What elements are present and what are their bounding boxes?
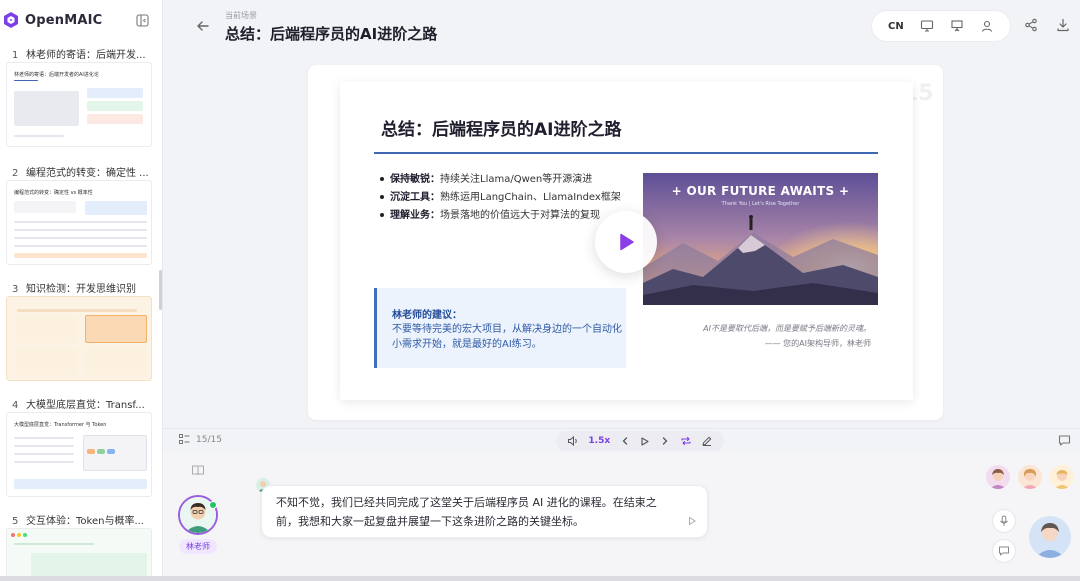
- hero-title: + OUR FUTURE AWAITS +: [671, 184, 850, 198]
- scene-title: 3 知识检测：开发思维识别: [12, 284, 136, 295]
- presentation-icon: [951, 20, 963, 32]
- classmate-avatar[interactable]: [986, 465, 1010, 489]
- scene-title: 4 大模型底层直觉：Transf...: [12, 400, 145, 411]
- play-icon: [620, 233, 634, 251]
- back-button[interactable]: [195, 18, 211, 34]
- play-button[interactable]: [595, 211, 657, 273]
- scene-thumbnail[interactable]: [6, 296, 152, 381]
- page-count: 15/15: [196, 434, 222, 445]
- play-small-icon: [689, 516, 696, 526]
- message-square-icon: [1058, 435, 1071, 446]
- online-status-dot: [209, 501, 217, 509]
- advice-callout: 林老师的建议： 不要等待完美的宏大项目，从解决身边的一个自动化小需求开始，就是最…: [374, 288, 626, 368]
- notes-button[interactable]: [191, 463, 205, 477]
- grid-list-icon: [179, 434, 190, 444]
- volume-button[interactable]: [567, 435, 579, 447]
- previous-button[interactable]: [620, 436, 630, 446]
- top-bar: 当前场景 总结：后端程序员的AI进阶之路 CN: [163, 0, 1080, 60]
- advice-heading: 林老师的建议：: [392, 310, 462, 321]
- scene-thumbnail[interactable]: 大模型底层直觉：Transformer 与 Token: [6, 412, 152, 497]
- teacher-message: 不知不觉，我们已经共同完成了这堂关于后端程序员 AI 进化的课程。在结束之前，我…: [276, 496, 657, 528]
- hero-subtitle: Thank You | Let's Rise Together: [721, 201, 800, 207]
- title-underline: [374, 152, 878, 154]
- language-toggle[interactable]: CN: [888, 21, 904, 32]
- screen-view-button[interactable]: [920, 19, 934, 33]
- advice-body: 不要等待完美的宏大项目，从解决身边的一个自动化小需求开始，就是最好的AI练习。: [392, 324, 622, 350]
- collapse-sidebar-button[interactable]: [134, 12, 150, 28]
- chevron-right-icon: [662, 437, 668, 445]
- media-controls: 1.5x: [556, 431, 724, 451]
- quote-signature: —— 您的AI架构导师，林老师: [764, 339, 871, 348]
- play-pause-button[interactable]: [639, 436, 650, 447]
- bullet-list: 保持敏锐：持续关注Llama/Qwen等开源演进 沉淀工具：熟练运用LangCh…: [380, 171, 621, 225]
- scene-title: 1 林老师的寄语：后端开发...: [12, 50, 146, 61]
- scene-title: 2 编程范式的转变：确定性 ...: [12, 168, 149, 179]
- book-open-icon: [192, 465, 204, 476]
- bullet-item: 理解业务：场景落地的价值远大于对算法的复现: [380, 207, 621, 225]
- user-icon: [981, 20, 992, 32]
- hero-image: + OUR FUTURE AWAITS + Thank You | Let's …: [643, 173, 878, 305]
- playback-control-bar: 15/15 1.5x: [163, 428, 1080, 452]
- annotate-button[interactable]: [701, 435, 713, 447]
- discussion-panel: 林老师 不知不觉，我们已经共同完成了这堂关于后端程序员 AI 进化的课程。在结束…: [163, 453, 1080, 581]
- replay-message-button[interactable]: [687, 516, 697, 526]
- sidebar-toggle-icon: [135, 13, 149, 27]
- classmate-avatar[interactable]: [1018, 465, 1042, 489]
- bullet-item: 沉淀工具：熟练运用LangChain、LlamaIndex框架: [380, 189, 621, 207]
- download-button[interactable]: [1056, 18, 1072, 34]
- scene-thumbnail[interactable]: 林老师的寄语：后端开发者的AI进化论: [6, 62, 152, 147]
- brand-name: OpenMAIC: [25, 12, 103, 28]
- closing-quote: AI不是要取代后端，而是要赋予后端新的灵魂。: [703, 324, 871, 333]
- scene-thumbnail[interactable]: 编程范式的转变：确定性 vs 概率性: [6, 180, 152, 265]
- arrow-left-icon: [197, 21, 209, 31]
- share-button[interactable]: [1024, 18, 1040, 34]
- scene-title: 5 交互体验：Token与概率...: [12, 516, 144, 527]
- microphone-button[interactable]: [992, 509, 1016, 533]
- horizontal-scrollbar[interactable]: [0, 576, 1080, 581]
- message-button[interactable]: [992, 539, 1016, 563]
- page-title: 总结：后端程序员的AI进阶之路: [225, 25, 438, 43]
- bullet-item: 保持敏锐：持续关注Llama/Qwen等开源演进: [380, 171, 621, 189]
- playback-speed[interactable]: 1.5x: [588, 436, 610, 446]
- speech-bubble: 不知不觉，我们已经共同完成了这堂关于后端程序员 AI 进化的课程。在结束之前，我…: [261, 485, 708, 538]
- teacher-name-badge: 林老师: [179, 539, 217, 554]
- repeat-button[interactable]: [680, 435, 692, 447]
- download-icon: [1057, 18, 1069, 32]
- scene-sidebar: OpenMAIC 1 林老师的寄语：后端开发... 林老师的寄语：后端开发者的AI…: [0, 0, 163, 581]
- share-icon: [1025, 18, 1037, 32]
- scene-thumbnail[interactable]: [6, 528, 152, 581]
- slide-title: 总结：后端程序员的AI进阶之路: [381, 120, 622, 140]
- openmaic-logo-icon: [2, 11, 20, 29]
- breadcrumb: 当前场景: [225, 11, 257, 20]
- repeat-icon: [680, 436, 691, 446]
- chat-toggle-button[interactable]: [1058, 434, 1072, 448]
- pen-icon: [702, 436, 712, 446]
- microphone-icon: [1000, 515, 1008, 526]
- sidebar-scrollbar[interactable]: [159, 270, 162, 310]
- play-outline-icon: [641, 436, 649, 446]
- chevron-left-icon: [622, 437, 627, 445]
- chat-bubble-icon: [999, 546, 1009, 556]
- app-logo: OpenMAIC: [2, 10, 102, 30]
- monitor-icon: [920, 20, 933, 32]
- view-toolbar: CN: [871, 10, 1011, 42]
- volume-icon: [567, 435, 577, 447]
- next-button[interactable]: [660, 436, 670, 446]
- self-avatar[interactable]: [1029, 516, 1071, 558]
- profile-button[interactable]: [980, 19, 994, 33]
- whiteboard-button[interactable]: [950, 19, 964, 33]
- classmate-avatar[interactable]: [1050, 465, 1074, 489]
- page-indicator: 15/15: [179, 434, 222, 445]
- classmates-list: [986, 465, 1074, 489]
